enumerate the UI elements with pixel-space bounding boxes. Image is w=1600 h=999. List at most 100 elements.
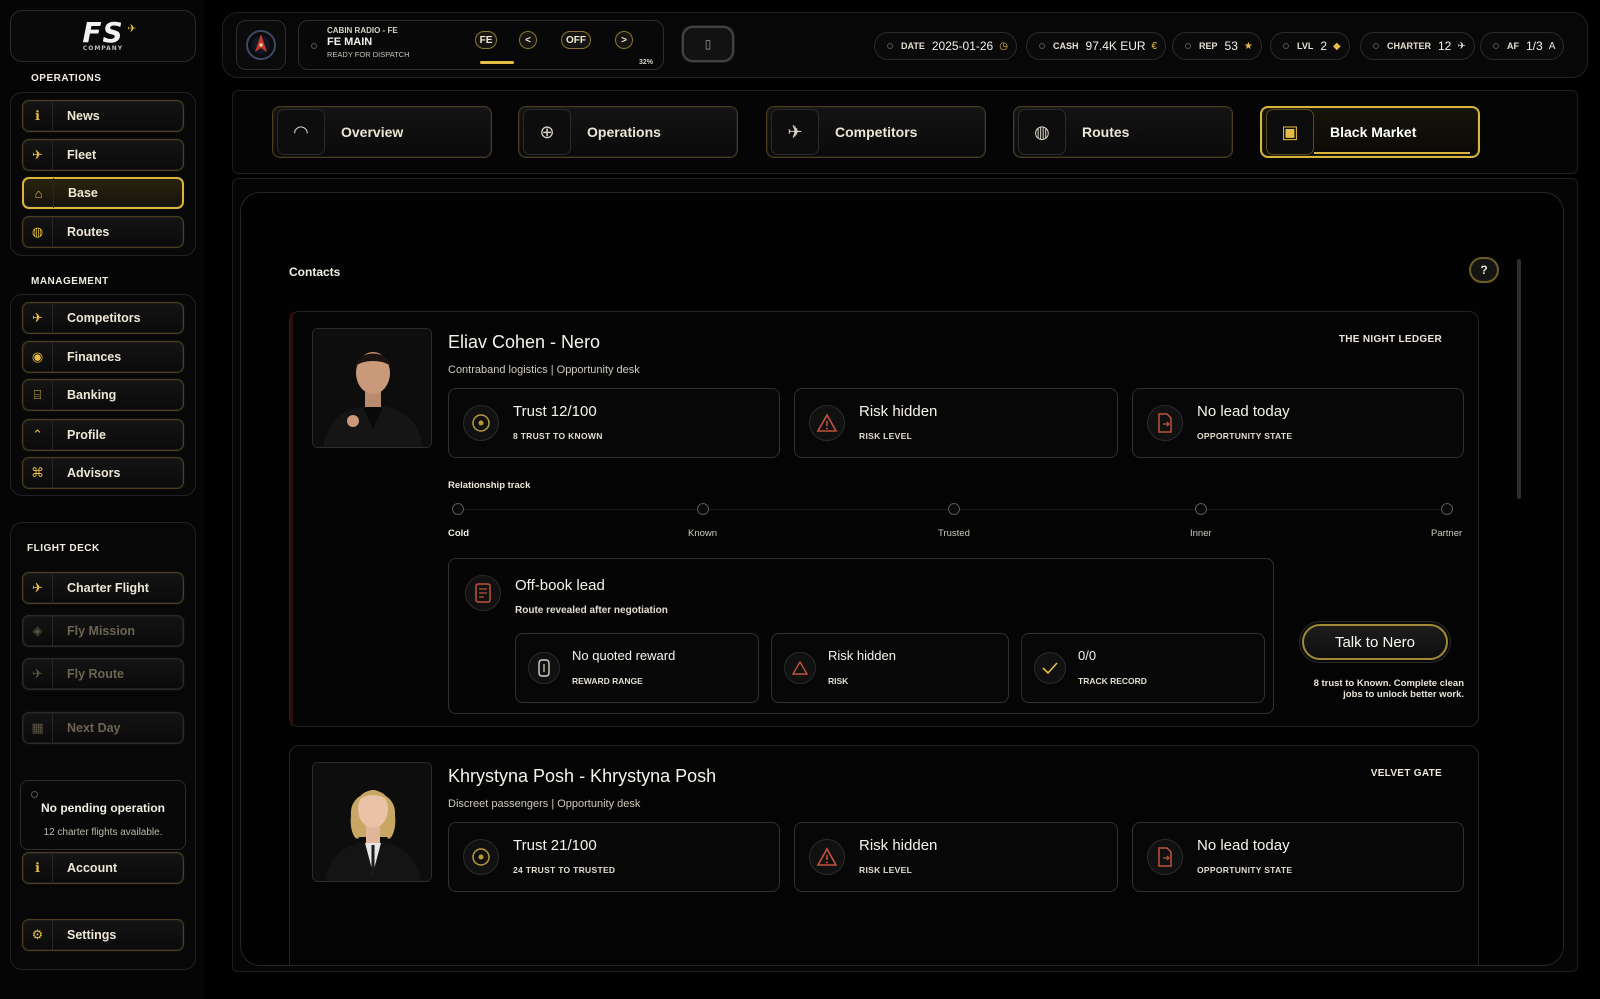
warning-icon — [809, 839, 845, 875]
af-icon: A — [1548, 40, 1556, 52]
contact-name: Khrystyna Posh - Khrystyna Posh — [448, 766, 717, 786]
pilot-icon: ⌃ — [23, 420, 53, 450]
section-label-flight-deck: FLIGHT DECK — [27, 543, 100, 554]
star-icon: ★ — [1243, 40, 1253, 52]
trust-tile: Trust 21/100 24 TRUST TO TRUSTED — [448, 822, 780, 892]
stage-marker-partner — [1441, 503, 1453, 515]
reward-range-tile: No quoted reward REWARD RANGE — [515, 633, 759, 703]
sidebar-item-competitors[interactable]: ✈ Competitors — [22, 302, 184, 334]
contact-subtitle: Discreet passengers | Opportunity desk — [448, 798, 641, 810]
fly-mission-button[interactable]: ◈ Fly Mission — [22, 615, 184, 647]
document-arrow-icon — [1147, 839, 1183, 875]
diamond-icon: ◆ — [1333, 40, 1341, 52]
clock-icon: ◷ — [999, 40, 1008, 52]
stage-label-partner: Partner — [1431, 528, 1463, 539]
contact-name: Eliav Cohen - Nero — [448, 332, 601, 352]
stat-rep: REP 53 ★ — [1172, 32, 1262, 60]
tab-competitors[interactable]: ✈ Competitors — [766, 106, 986, 158]
avatar[interactable] — [312, 328, 432, 448]
info-icon: ℹ — [23, 853, 53, 883]
contact-subtitle: Contraband logistics | Opportunity desk — [448, 364, 640, 376]
sidebar-item-profile[interactable]: ⌃ Profile — [22, 419, 184, 451]
bank-icon: ⌸ — [23, 380, 53, 410]
stage-marker-trusted — [948, 503, 960, 515]
sidebar-item-base[interactable]: ⌂ Base — [22, 177, 184, 209]
stat-date: DATE 2025-01-26 ◷ — [874, 32, 1017, 60]
radio-station: FE MAIN — [327, 36, 373, 48]
next-day-button[interactable]: ▦ Next Day — [22, 712, 184, 744]
sidebar-item-news[interactable]: ℹ News — [22, 100, 184, 132]
compass-icon[interactable] — [236, 20, 286, 70]
phone-button[interactable]: ▯ — [682, 26, 734, 62]
lockbox-icon: ▣ — [1266, 109, 1314, 155]
radio-status-dot — [311, 43, 317, 49]
contact-card: Eliav Cohen - Nero THE NIGHT LEDGER Cont… — [289, 311, 1479, 727]
talk-to-contact-button[interactable]: Talk to Nero — [1302, 624, 1448, 660]
tab-black-market[interactable]: ▣ Black Market — [1260, 106, 1480, 158]
radio-fe-button[interactable]: FE — [475, 31, 497, 49]
account-button[interactable]: ℹ Account — [22, 852, 184, 884]
warning-icon — [809, 405, 845, 441]
info-icon: ℹ — [23, 101, 53, 131]
offbook-lead-panel: Off-book lead Route revealed after negot… — [448, 558, 1274, 714]
trust-icon — [463, 839, 499, 875]
charter-flight-button[interactable]: ✈ Charter Flight — [22, 572, 184, 604]
crosshair-icon: ⊕ — [523, 109, 571, 155]
sidebar-item-advisors[interactable]: ⌘ Advisors — [22, 457, 184, 489]
stage-marker-inner — [1195, 503, 1207, 515]
company-logo[interactable]: FS ✈ COMPANY — [10, 10, 196, 62]
sidebar-item-fleet[interactable]: ✈ Fleet — [22, 139, 184, 171]
radio-off-button[interactable]: OFF — [561, 31, 591, 49]
risk-tile: Risk hidden RISK LEVEL — [794, 822, 1118, 892]
gear-icon: ⚙ — [23, 920, 53, 950]
action-hint: 8 trust to Known. Complete clean jobs to… — [1313, 678, 1464, 700]
pending-detail: 12 charter flights available. — [43, 827, 163, 838]
sidebar-item-routes[interactable]: ◍ Routes — [22, 216, 184, 248]
radio-prev-button[interactable]: < — [519, 31, 537, 49]
advisor-icon: ⌘ — [23, 458, 53, 488]
jets-icon: ✈ — [23, 303, 53, 333]
target-icon: ◈ — [23, 616, 53, 646]
opportunity-tile: No lead today OPPORTUNITY STATE — [1132, 822, 1464, 892]
stage-label-inner: Inner — [1190, 528, 1212, 539]
radio-channel-label: CABIN RADIO - FE — [327, 26, 398, 35]
plane-icon: ✈ — [23, 573, 53, 603]
warning-icon — [784, 652, 816, 684]
trust-tile: Trust 12/100 8 TRUST TO KNOWN — [448, 388, 780, 458]
tab-overview[interactable]: ◠ Overview — [272, 106, 492, 158]
scrollbar[interactable] — [1517, 259, 1521, 499]
contact-card: Khrystyna Posh - Khrystyna Posh VELVET G… — [289, 745, 1479, 965]
cabin-radio-panel: CABIN RADIO - FE FE MAIN READY FOR DISPA… — [298, 20, 664, 70]
pending-operation-panel: No pending operation 12 charter flights … — [20, 780, 186, 850]
globe-icon: ◍ — [1018, 109, 1066, 155]
clipboard-icon — [465, 575, 501, 611]
stat-cash: CASH 97.4K EUR € — [1026, 32, 1167, 60]
plane-icon: ✈ — [23, 659, 53, 689]
pending-title: No pending operation — [41, 801, 165, 815]
status-dot — [31, 791, 38, 798]
radio-status: READY FOR DISPATCH — [327, 50, 410, 59]
globe-icon: ◍ — [23, 217, 53, 247]
tab-operations[interactable]: ⊕ Operations — [518, 106, 738, 158]
fly-route-button[interactable]: ✈ Fly Route — [22, 658, 184, 690]
radio-progress-bar — [480, 61, 514, 64]
stat-level: LVL 2 ◆ — [1270, 32, 1350, 60]
active-tab-indicator — [1314, 152, 1470, 154]
tab-routes[interactable]: ◍ Routes — [1013, 106, 1233, 158]
euro-icon: € — [1151, 40, 1158, 52]
coins-icon: ◉ — [23, 342, 53, 372]
sidebar: FS ✈ COMPANY OPERATIONS ℹ News ✈ Fleet ⌂ B… — [0, 0, 204, 999]
stage-label-cold: Cold — [448, 528, 470, 539]
avatar[interactable] — [312, 762, 432, 882]
help-button[interactable]: ? — [1469, 257, 1499, 283]
contact-faction: THE NIGHT LEDGER — [1338, 334, 1442, 345]
radio-next-button[interactable]: > — [615, 31, 633, 49]
settings-button[interactable]: ⚙ Settings — [22, 919, 184, 951]
stage-label-known: Known — [688, 528, 718, 539]
phone-icon: ▯ — [704, 37, 712, 51]
check-icon — [1034, 652, 1066, 684]
radio-progress-percent: 32% — [638, 59, 653, 66]
plane-icon: ✈ — [1457, 40, 1466, 52]
sidebar-item-banking[interactable]: ⌸ Banking — [22, 379, 184, 411]
sidebar-item-finances[interactable]: ◉ Finances — [22, 341, 184, 373]
